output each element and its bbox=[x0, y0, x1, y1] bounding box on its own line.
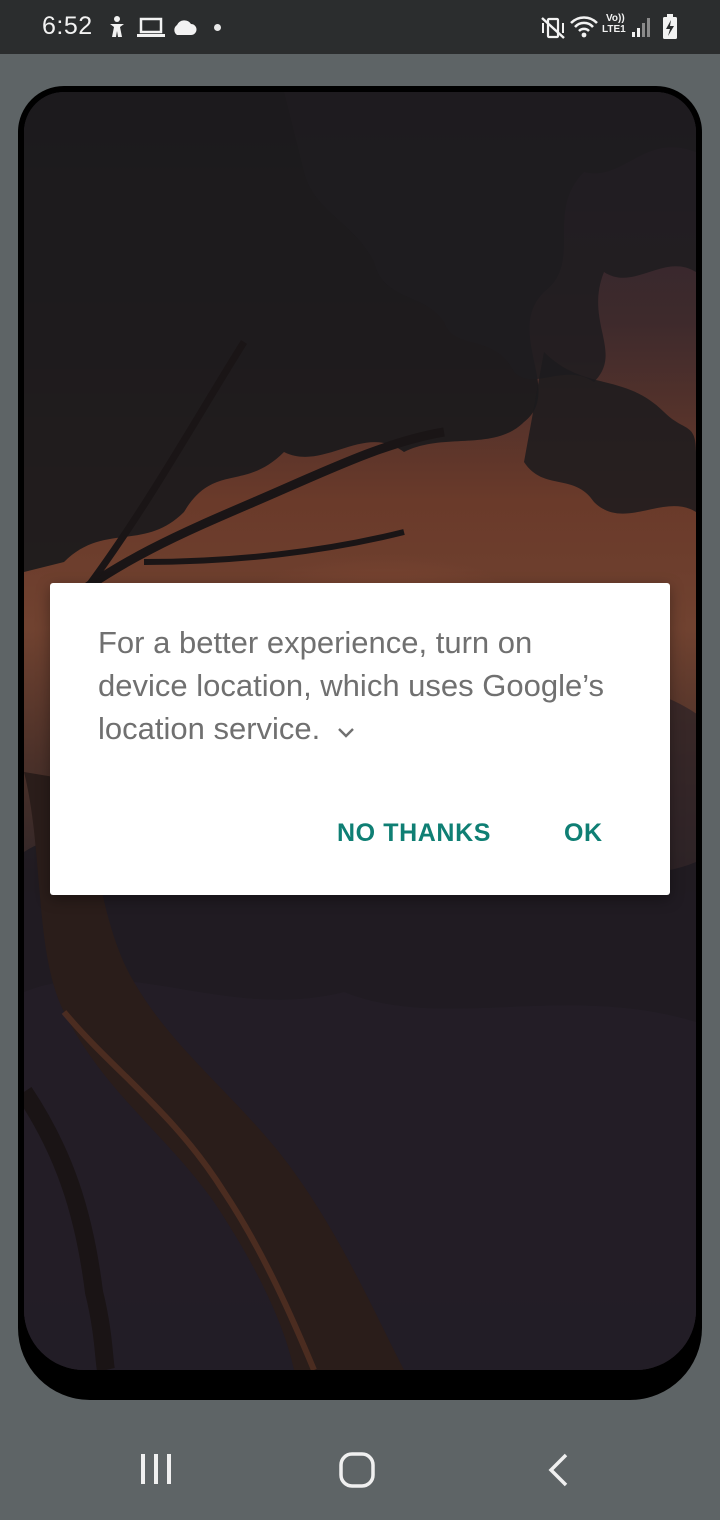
laptop-icon bbox=[137, 17, 165, 44]
home-icon[interactable] bbox=[338, 1451, 376, 1494]
status-time: 6:52 bbox=[42, 12, 93, 40]
lte-label-bottom: LTE1 bbox=[602, 24, 626, 35]
chevron-down-icon[interactable] bbox=[337, 707, 355, 750]
dialog-message-container: For a better experience, turn on device … bbox=[98, 621, 618, 750]
status-bar: 6:52 Vo)) LTE1 bbox=[0, 0, 720, 54]
lte-label-top: Vo)) bbox=[606, 13, 625, 24]
location-permission-dialog: For a better experience, turn on device … bbox=[50, 583, 670, 895]
signal-icon bbox=[632, 16, 652, 43]
cloud-icon bbox=[171, 18, 197, 41]
dialog-actions: NO THANKS OK bbox=[50, 819, 670, 859]
navigation-bar bbox=[0, 1400, 720, 1520]
no-thanks-button[interactable]: NO THANKS bbox=[337, 819, 491, 848]
accessibility-icon bbox=[106, 15, 128, 44]
battery-charging-icon bbox=[662, 14, 678, 45]
recents-icon[interactable] bbox=[138, 1452, 174, 1491]
ok-button[interactable]: OK bbox=[564, 819, 603, 848]
back-icon[interactable] bbox=[546, 1452, 572, 1493]
vibrate-mute-icon bbox=[540, 16, 566, 45]
notification-dot bbox=[214, 24, 221, 31]
lte-icon: Vo)) LTE1 bbox=[602, 13, 626, 35]
wifi-icon bbox=[570, 15, 598, 44]
